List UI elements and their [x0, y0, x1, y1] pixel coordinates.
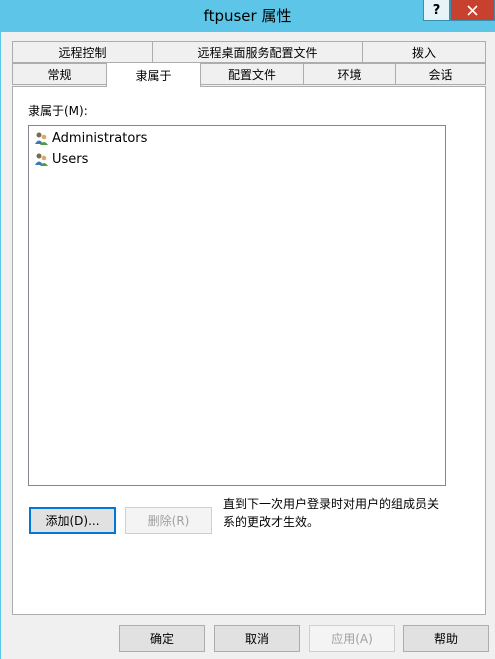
list-item[interactable]: Administrators	[34, 129, 147, 147]
tab-remote-control[interactable]: 远程控制	[12, 41, 153, 63]
group-name: Users	[52, 151, 89, 167]
add-button[interactable]: 添加(D)...	[29, 507, 116, 534]
cancel-button[interactable]: 取消	[214, 625, 300, 652]
membership-note: 直到下一次用户登录时对用户的组成员关系的更改才生效。	[223, 497, 440, 529]
group-icon	[35, 153, 48, 166]
close-icon	[467, 4, 478, 16]
help-title-button[interactable]: ?	[423, 0, 450, 21]
window-title: ftpuser 属性	[203, 7, 292, 25]
member-of-label: 隶属于(M):	[28, 104, 88, 118]
remove-button[interactable]: 删除(R)	[125, 507, 212, 534]
apply-button[interactable]: 应用(A)	[309, 625, 395, 652]
dialog-body: 远程控制 远程桌面服务配置文件 拨入 常规 隶属于 配置文件 环境 会话 隶属于…	[1, 32, 495, 659]
title-bar: ftpuser 属性 ?	[0, 0, 495, 32]
ok-button[interactable]: 确定	[119, 625, 205, 652]
tab-rds-profile[interactable]: 远程桌面服务配置文件	[152, 41, 363, 63]
member-of-panel: 隶属于(M): Administrators Users 添加(D)... 删除…	[12, 86, 486, 615]
group-listbox[interactable]: Administrators Users	[28, 125, 446, 486]
tab-dial-in[interactable]: 拨入	[362, 41, 486, 63]
tab-general[interactable]: 常规	[12, 63, 107, 85]
tab-member-of[interactable]: 隶属于	[106, 62, 201, 87]
list-item[interactable]: Users	[34, 150, 88, 168]
help-button[interactable]: 帮助	[403, 625, 489, 652]
close-button[interactable]	[450, 0, 495, 21]
tab-profile[interactable]: 配置文件	[200, 63, 304, 85]
tab-sessions[interactable]: 会话	[395, 63, 486, 85]
tab-environment[interactable]: 环境	[303, 63, 396, 85]
group-name: Administrators	[52, 130, 148, 146]
group-icon	[35, 132, 48, 145]
